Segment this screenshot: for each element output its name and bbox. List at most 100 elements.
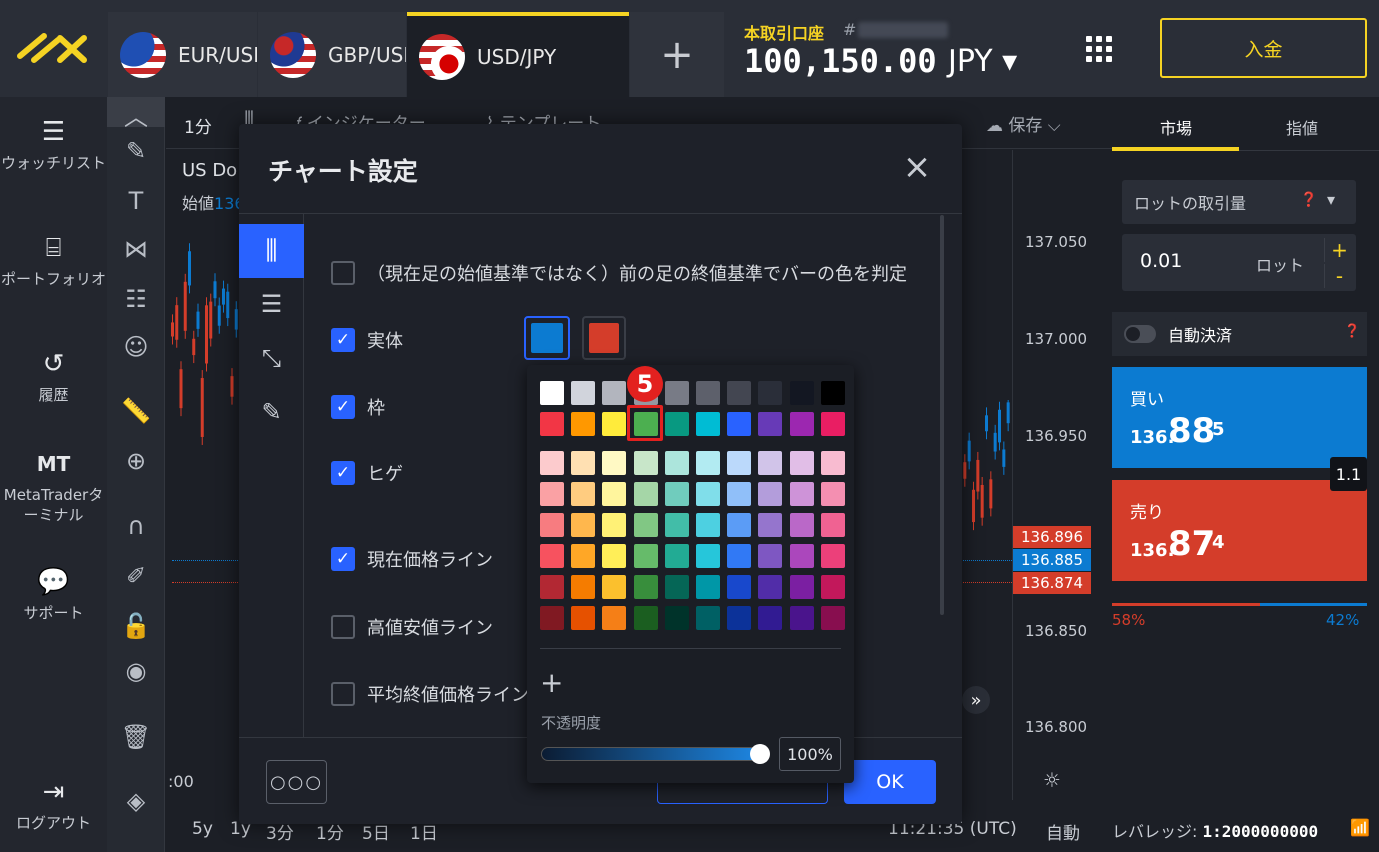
ok-button[interactable]: OK xyxy=(844,760,936,804)
account-balance[interactable]: 100,150.00 xyxy=(744,42,937,80)
color-swatch[interactable] xyxy=(820,412,845,436)
checkbox-checked[interactable]: ✓ xyxy=(331,395,355,419)
dialog-scrollbar[interactable] xyxy=(940,215,944,615)
color-swatch[interactable] xyxy=(540,544,564,568)
color-swatch[interactable] xyxy=(571,544,596,568)
color-swatch[interactable] xyxy=(789,412,814,436)
color-swatch[interactable] xyxy=(820,575,845,599)
color-swatch[interactable] xyxy=(602,544,627,568)
lot-value[interactable]: 0.01 xyxy=(1140,250,1182,272)
color-swatch[interactable] xyxy=(820,606,845,630)
balance-currency-dropdown[interactable]: JPY ▾ xyxy=(948,44,1017,79)
color-swatch[interactable] xyxy=(571,606,596,630)
checkbox-checked[interactable]: ✓ xyxy=(331,328,355,352)
color-swatch[interactable] xyxy=(820,513,845,537)
color-swatch[interactable] xyxy=(695,451,720,475)
color-swatch[interactable] xyxy=(789,482,814,506)
order-type-select[interactable]: ロットの取引量 ❓ ▾ xyxy=(1122,180,1356,224)
opacity-input[interactable]: 100% xyxy=(779,737,841,771)
zoom-in-icon[interactable]: ⊕ xyxy=(107,447,165,475)
lot-input[interactable]: 0.01 ロット + - xyxy=(1122,234,1356,291)
cancel-button[interactable] xyxy=(657,782,828,804)
more-options-button[interactable]: ○○○ xyxy=(266,760,327,804)
color-swatch[interactable] xyxy=(758,544,783,568)
checkbox-checked[interactable]: ✓ xyxy=(331,461,355,485)
color-swatch[interactable] xyxy=(695,513,720,537)
color-swatch[interactable] xyxy=(727,482,752,506)
color-swatch[interactable] xyxy=(789,451,814,475)
add-tab-button[interactable]: + xyxy=(630,12,724,97)
color-swatch[interactable] xyxy=(727,606,752,630)
color-swatch[interactable] xyxy=(571,513,596,537)
color-swatch[interactable] xyxy=(602,451,627,475)
sell-button[interactable]: 売り 136. 87 4 xyxy=(1112,480,1367,581)
option-body[interactable]: ✓ 実体 xyxy=(331,327,403,353)
color-swatch[interactable] xyxy=(633,606,658,630)
nav-support[interactable]: 💬 サポート xyxy=(0,567,107,623)
option-current-price-line[interactable]: ✓ 現在価格ライン xyxy=(331,546,493,572)
settings-gear-icon[interactable]: ☼ xyxy=(1043,768,1061,792)
option-prev-close[interactable]: （現在足の始値基準ではなく）前の足の終値基準でバーの色を判定 xyxy=(331,260,907,286)
color-swatch[interactable] xyxy=(789,513,814,537)
opacity-slider[interactable] xyxy=(541,747,764,761)
color-swatch[interactable] xyxy=(695,381,720,405)
checkbox[interactable] xyxy=(331,682,355,706)
color-swatch[interactable] xyxy=(664,513,689,537)
color-swatch[interactable] xyxy=(789,544,814,568)
color-swatch[interactable] xyxy=(633,482,658,506)
interval-select[interactable]: 1分 xyxy=(184,113,212,138)
tab-limit[interactable]: 指値 xyxy=(1286,115,1318,139)
opacity-slider-handle[interactable] xyxy=(750,744,770,764)
color-swatch[interactable] xyxy=(602,513,627,537)
color-swatch[interactable] xyxy=(695,544,720,568)
color-swatch[interactable] xyxy=(758,606,783,630)
tab-market[interactable]: 市場 xyxy=(1160,115,1192,139)
option-avg-close-line[interactable]: 平均終値価格ライン xyxy=(331,681,529,707)
fib-icon[interactable]: ☷ xyxy=(107,285,165,313)
color-swatch[interactable] xyxy=(540,451,564,475)
apps-grid-icon[interactable] xyxy=(1086,36,1112,62)
color-swatch[interactable] xyxy=(727,513,752,537)
color-swatch[interactable] xyxy=(695,412,720,436)
color-swatch[interactable] xyxy=(664,544,689,568)
checkbox[interactable] xyxy=(331,615,355,639)
color-swatch[interactable] xyxy=(602,412,627,436)
nav-logout[interactable]: ⇥ ログアウト xyxy=(0,777,107,833)
color-swatch[interactable] xyxy=(571,482,596,506)
scroll-right-button[interactable]: » xyxy=(962,686,990,714)
exness-logo[interactable] xyxy=(14,26,94,70)
color-swatch[interactable] xyxy=(789,575,814,599)
color-swatch[interactable] xyxy=(727,451,752,475)
scales-tab-icon[interactable]: ⤡ xyxy=(239,344,304,372)
color-swatch[interactable] xyxy=(540,575,564,599)
color-swatch[interactable] xyxy=(727,544,752,568)
color-swatch[interactable] xyxy=(571,451,596,475)
appearance-tab-icon[interactable]: ✎ xyxy=(239,398,304,426)
buy-button[interactable]: 買い 136. 88 5 xyxy=(1112,367,1367,468)
symbol-settings-tab-icon[interactable]: ⫼ xyxy=(239,224,304,278)
eye-icon[interactable]: ◉ xyxy=(107,657,165,685)
color-swatch[interactable] xyxy=(758,513,783,537)
color-swatch[interactable] xyxy=(633,544,658,568)
help-icon[interactable]: ❓ xyxy=(1300,192,1317,208)
ruler-icon[interactable]: 📏 xyxy=(107,397,165,425)
pattern-icon[interactable]: ⋈ xyxy=(107,235,165,263)
color-swatch[interactable] xyxy=(727,381,752,405)
color-swatch[interactable] xyxy=(789,381,814,405)
lock-drawing-icon[interactable]: ✐ xyxy=(107,562,165,590)
option-wick[interactable]: ✓ ヒゲ xyxy=(331,460,403,486)
checkbox[interactable] xyxy=(331,261,355,285)
tab-usdjpy[interactable]: USD/JPY xyxy=(407,12,629,97)
brush-icon[interactable]: ✎ xyxy=(107,137,165,165)
color-swatch[interactable] xyxy=(540,513,564,537)
color-swatch[interactable] xyxy=(571,381,596,405)
color-swatch[interactable] xyxy=(758,381,783,405)
close-icon[interactable]: × xyxy=(900,150,934,186)
color-swatch[interactable] xyxy=(820,381,845,405)
deposit-button[interactable]: 入金 xyxy=(1160,18,1367,78)
range-5y[interactable]: 5y xyxy=(192,819,213,839)
color-swatch[interactable] xyxy=(664,482,689,506)
color-swatch[interactable] xyxy=(633,575,658,599)
emoji-icon[interactable]: ☺ xyxy=(107,333,165,361)
color-swatch[interactable] xyxy=(602,482,627,506)
